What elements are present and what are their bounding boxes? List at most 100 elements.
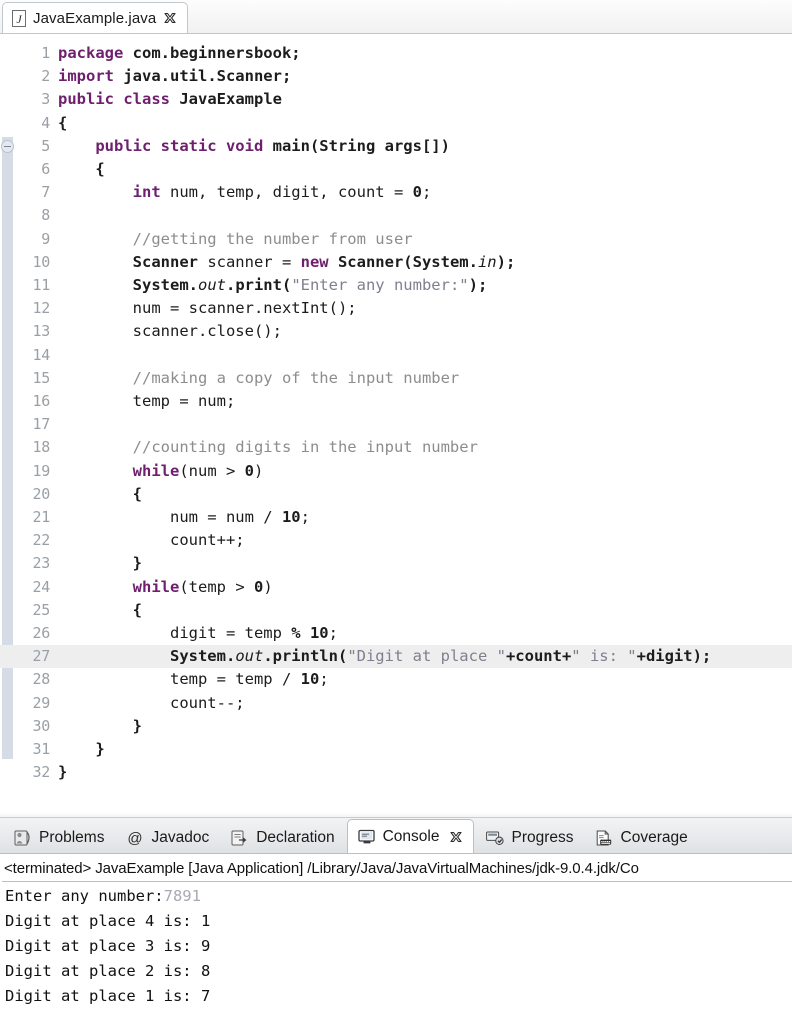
code-line[interactable]: 24 while(temp > 0) <box>0 576 792 599</box>
code-line[interactable]: 30 } <box>0 715 792 738</box>
code-token: while <box>132 461 180 480</box>
line-number: 30 <box>32 716 51 735</box>
code-line[interactable]: 25 { <box>0 599 792 622</box>
code-line[interactable]: 16 temp = num; <box>0 390 792 413</box>
code-token: ) <box>263 577 273 596</box>
code-line[interactable]: 31 } <box>0 738 792 761</box>
console-output-area[interactable]: <terminated> JavaExample [Java Applicati… <box>0 854 792 1025</box>
code-token: ; <box>328 624 338 642</box>
code-line-text: System.out.println("Digit at place "+cou… <box>58 645 711 668</box>
editor-tab-bar: J JavaExample.java <box>0 0 792 34</box>
line-number: 13 <box>32 322 51 341</box>
code-line[interactable]: 8 <box>0 204 792 227</box>
code-line[interactable]: 20 { <box>0 483 792 506</box>
line-number: 11 <box>32 276 51 294</box>
code-line[interactable]: 22 count++; <box>0 529 792 552</box>
close-icon[interactable] <box>449 830 463 844</box>
console-output-line: Digit at place 3 is: 9 <box>5 937 211 955</box>
code-token: % 10 <box>291 624 329 642</box>
close-icon[interactable] <box>163 11 177 25</box>
code-token: } <box>58 763 68 782</box>
code-line[interactable]: 27 System.out.println("Digit at place "+… <box>0 645 792 669</box>
code-line[interactable]: 3 public class JavaExample <box>0 88 792 111</box>
code-token: temp = temp / <box>58 670 301 689</box>
code-line[interactable]: 28 temp = temp / 10; <box>0 668 792 691</box>
panel-tab-problems[interactable]: Problems <box>4 822 114 853</box>
code-line[interactable]: 29 count--; <box>0 692 792 715</box>
code-line[interactable]: 12 num = scanner.nextInt(); <box>0 297 792 320</box>
line-number: 29 <box>32 693 51 712</box>
code-token: new <box>300 252 338 271</box>
panel-tab-console[interactable]: Console <box>346 819 475 853</box>
code-line[interactable]: 6 { <box>0 158 792 181</box>
code-line-text: } <box>58 552 142 575</box>
code-line-text: //counting digits in the input number <box>58 436 478 459</box>
code-line[interactable]: 4{ <box>0 112 792 135</box>
panel-tab-javadoc[interactable]: @ Javadoc <box>116 822 219 853</box>
code-line-text: scanner.close(); <box>58 320 282 343</box>
code-token: count++; <box>58 531 245 550</box>
panel-tab-label: Problems <box>39 828 105 846</box>
code-token: { <box>58 113 68 132</box>
code-token: in <box>477 252 497 271</box>
line-number: 3 <box>41 90 50 109</box>
code-line[interactable]: 17 <box>0 413 792 436</box>
code-token: "Enter any number:" <box>291 276 469 294</box>
editor-tab-javaexample[interactable]: J JavaExample.java <box>2 2 189 33</box>
code-line[interactable]: 10 Scanner scanner = new Scanner(System.… <box>0 251 792 274</box>
panel-tab-list: Problems @ Javadoc Declaration Console Progre… <box>0 818 792 853</box>
panel-tab-label: Progress <box>511 828 574 846</box>
svg-text:J: J <box>16 12 22 26</box>
code-line-text: temp = temp / 10; <box>58 668 329 691</box>
code-line[interactable]: 23 } <box>0 552 792 575</box>
line-number: 5 <box>41 136 50 155</box>
code-token: num, temp, digit, count = <box>169 183 413 202</box>
code-token: scanner = <box>197 252 301 271</box>
line-number: 23 <box>32 554 51 573</box>
code-line[interactable]: 2 import java.util.Scanner; <box>0 65 792 88</box>
bottom-view-panel: Problems @ Javadoc Declaration Console Progre… <box>0 812 792 1025</box>
line-number: 4 <box>41 113 50 132</box>
line-number: 6 <box>41 160 50 178</box>
code-line[interactable]: 5 public static void main(String args[]) <box>0 135 792 158</box>
code-line-text: { <box>58 599 142 622</box>
code-line[interactable]: 7 int num, temp, digit, count = 0; <box>0 181 792 204</box>
code-line[interactable]: 14 <box>0 344 792 367</box>
code-line-text: System.out.print("Enter any number:"); <box>58 274 488 297</box>
code-line-text: public class JavaExample <box>58 88 282 111</box>
code-token: package <box>58 44 133 62</box>
javadoc-at-icon: @ <box>126 830 144 846</box>
code-token: public class <box>58 90 180 109</box>
code-line[interactable]: 15 //making a copy of the input number <box>0 367 792 390</box>
panel-tab-progress[interactable]: Progress <box>476 822 583 853</box>
code-line-text: { <box>58 483 142 506</box>
line-number: 26 <box>32 624 51 642</box>
code-token: } <box>58 740 105 758</box>
code-line[interactable]: 1 package com.beginnersbook; <box>0 42 792 65</box>
panel-tab-coverage[interactable]: Coverage <box>586 822 698 853</box>
code-token: temp = num; <box>58 392 236 410</box>
code-line[interactable]: 13 scanner.close(); <box>0 320 792 343</box>
code-token: main(String args[]) <box>272 136 450 155</box>
code-line[interactable]: 19 while(num > 0) <box>0 460 792 483</box>
code-line[interactable]: 26 digit = temp % 10; <box>0 622 792 645</box>
line-number: 14 <box>32 345 51 364</box>
line-number: 8 <box>41 206 50 225</box>
line-number: 18 <box>32 438 51 457</box>
code-token: +count+ <box>505 647 572 666</box>
console-output-line: Digit at place 4 is: 1 <box>5 912 211 930</box>
code-viewport[interactable]: 1 package com.beginnersbook; 2 import java.… <box>0 34 792 813</box>
code-line-text: num = num / 10; <box>58 506 310 529</box>
code-line[interactable]: 18 //counting digits in the input number <box>0 436 792 459</box>
code-line[interactable]: 32} <box>0 761 792 784</box>
code-line[interactable]: 21 num = num / 10; <box>0 506 792 529</box>
code-line[interactable]: 11 System.out.print("Enter any number:")… <box>0 274 792 297</box>
panel-tab-declaration[interactable]: Declaration <box>221 822 344 853</box>
code-token: ; <box>319 670 329 689</box>
code-line[interactable]: 9 //getting the number from user <box>0 228 792 251</box>
line-number: 2 <box>41 67 50 86</box>
